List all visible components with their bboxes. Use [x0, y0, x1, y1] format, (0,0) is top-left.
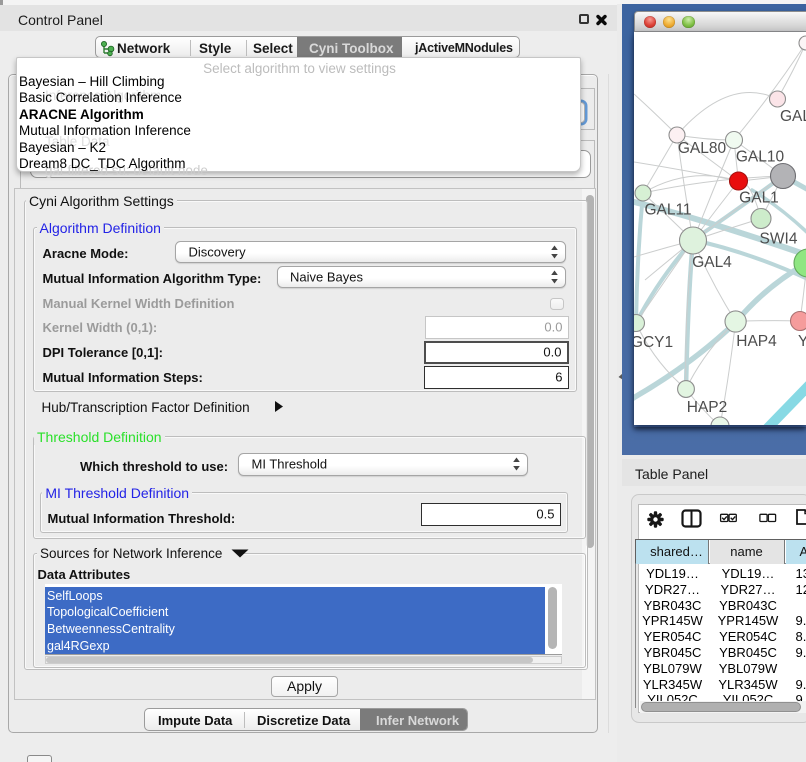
svg-text:GCY1: GCY1	[634, 334, 673, 351]
svg-text:GAL4: GAL4	[692, 254, 732, 271]
svg-text:YJ: YJ	[798, 333, 806, 350]
svg-text:GAL11: GAL11	[644, 202, 691, 219]
svg-text:GAL80: GAL80	[678, 140, 727, 157]
svg-text:GAL1: GAL1	[739, 190, 779, 207]
svg-text:GAL10: GAL10	[736, 149, 785, 166]
svg-text:GAL2: GAL2	[780, 108, 806, 125]
svg-text:SWI4: SWI4	[760, 231, 798, 248]
svg-text:HAP4: HAP4	[736, 333, 777, 350]
svg-text:HAP2: HAP2	[687, 399, 728, 416]
